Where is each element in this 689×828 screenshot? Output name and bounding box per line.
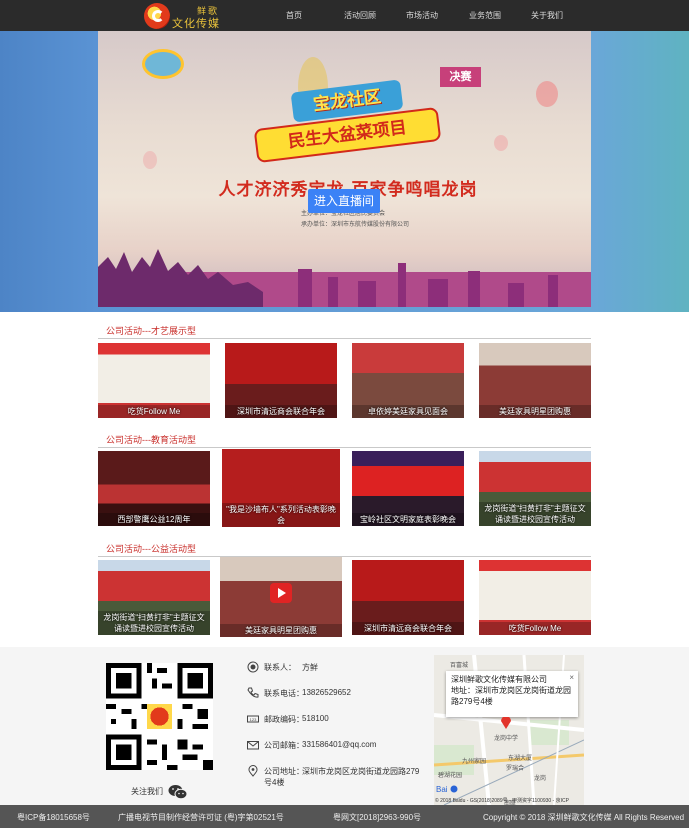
map-label: 九州家园	[462, 759, 487, 765]
section-title-education: 公司活动---教育活动型	[106, 435, 196, 445]
contact-postcode-label: 邮政编码：	[264, 715, 304, 724]
contact-email-value[interactable]: 331586401@qq.com	[302, 740, 376, 749]
poster-title: 宝龙社区 民生大盆菜项目	[250, 79, 442, 164]
icp-number[interactable]: 粤ICP备18015658号	[17, 812, 90, 823]
svg-text:123: 123	[250, 717, 257, 722]
nav-business-scope[interactable]: 业务范围	[469, 10, 501, 21]
map-label: 东湖大厦	[508, 756, 533, 762]
activity-caption: 深圳市清远商会联合年会	[225, 405, 337, 418]
logo-icon	[144, 3, 170, 29]
nav-about-us[interactable]: 关于我们	[531, 10, 563, 21]
nav-events-review[interactable]: 活动回顾	[344, 10, 376, 21]
activity-card[interactable]: 吃货Follow Me	[98, 343, 210, 418]
location-map[interactable]: 百富城 龙岗中学 九州家园 东湖大厦 南联 罗瑞合 碧湖花园 龙岗 深圳鲜歌文化…	[434, 655, 584, 805]
baidu-logo-icon: Bai	[436, 785, 458, 794]
footer-contact-area	[0, 647, 689, 805]
activity-card[interactable]: 西部警鹰公益12周年	[98, 451, 210, 526]
contest-badge-icon	[142, 49, 184, 79]
map-label: 龙岗	[534, 776, 547, 782]
map-label: 百富城	[450, 663, 469, 669]
activity-caption: 美廷家具明星团购惠	[479, 405, 591, 418]
activity-caption: 美廷家具明星团购惠	[220, 624, 342, 637]
activity-caption: 吃货Follow Me	[98, 405, 210, 418]
logo-text-bottom: 文化传媒	[172, 17, 220, 30]
contact-address-line1: 深圳市龙岗区龙岗街道龙园路279	[302, 767, 420, 776]
hero-banner: 决赛 宝龙社区 民生大盆菜项目 人才济济秀宝龙 百家争鸣唱龙岗 主办单位：宝龙社…	[0, 31, 689, 312]
activity-card[interactable]: 美廷家具明星团购惠	[479, 343, 591, 418]
wechat-icon[interactable]	[168, 784, 188, 800]
crowd-silhouette	[98, 249, 263, 307]
section-divider	[98, 338, 591, 339]
phone-icon	[247, 687, 259, 698]
contact-email-label: 公司邮箱：	[264, 741, 304, 750]
follow-us-label: 关注我们	[131, 787, 163, 796]
activity-card[interactable]: 宝岭社区文明家庭表彰晚会	[352, 451, 464, 526]
play-video-icon[interactable]	[270, 583, 292, 603]
close-icon[interactable]: ×	[569, 672, 574, 683]
map-popup-address: 地址：深圳市龙岗区龙岗街道龙园	[451, 686, 571, 695]
map-popup-title: 深圳鲜歌文化传媒有限公司	[451, 675, 547, 684]
top-navbar: 鲜歌 文化传媒 首页 活动回顾 市场活动 业务范围 关于我们	[0, 0, 689, 31]
co-organizer-line: 承办单位：深圳市东航传媒股份有限公司	[301, 222, 410, 228]
contact-postcode-value: 518100	[302, 714, 329, 723]
activity-card[interactable]: 美廷家具明星团购惠	[220, 557, 342, 637]
wechat-qr-code	[106, 663, 213, 770]
contact-person-label: 联系人：	[264, 663, 296, 672]
activity-card[interactable]: 深圳市清远商会联合年会	[225, 343, 337, 418]
final-tag: 决赛	[440, 67, 481, 87]
activity-caption: "我是沙墙布人"系列活动表彰晚会	[222, 503, 340, 527]
activity-caption: 卓依婷美廷家具见面会	[352, 405, 464, 418]
nav-home[interactable]: 首页	[286, 10, 302, 21]
activity-caption: 龙岗街道“扫黄打非”主题征文诵读暨进校园宣传活动	[479, 502, 591, 526]
copyright-text: Copyright © 2018 深圳鲜歌文化传媒 All Rights Res…	[483, 813, 685, 822]
banner-poster-image: 决赛 宝龙社区 民生大盆菜项目 人才济济秀宝龙 百家争鸣唱龙岗 主办单位：宝龙社…	[98, 31, 591, 307]
nav-market-events[interactable]: 市场活动	[406, 10, 438, 21]
activity-caption: 宝岭社区文明家庭表彰晚会	[352, 513, 464, 526]
map-marker-icon[interactable]	[501, 717, 511, 729]
activity-caption: 龙岗街道“扫黄打非”主题征文诵读暨进校园宣传活动	[98, 611, 210, 635]
activity-card[interactable]: 卓依婷美廷家具见面会	[352, 343, 464, 418]
activity-card[interactable]: 龙岗街道“扫黄打非”主题征文诵读暨进校园宣传活动	[479, 451, 591, 526]
mail-icon	[247, 741, 259, 750]
map-label: 龙岗中学	[494, 736, 519, 742]
broadcast-license: 广播电视节目制作经营许可证 (粤)字第02521号	[118, 813, 284, 822]
section-divider	[98, 556, 591, 557]
svg-text:Bai: Bai	[436, 785, 448, 794]
activity-card[interactable]: 深圳市清远商会联合年会	[352, 560, 464, 635]
contact-address-line2: 号4楼	[264, 778, 285, 787]
map-label: 碧湖花园	[438, 773, 463, 779]
logo[interactable]: 鲜歌 文化传媒	[143, 2, 223, 30]
postcode-icon: 123	[247, 715, 259, 723]
activity-card[interactable]: 吃货Follow Me	[479, 560, 591, 635]
section-title-charity: 公司活动---公益活动型	[106, 544, 196, 554]
map-copyright: © 2018 Baidu - GS(2018)2089号 - 甲测资字11009…	[435, 798, 569, 804]
map-info-popup: 深圳鲜歌文化传媒有限公司 地址：深圳市龙岗区龙岗街道龙园 路279号4楼 ×	[446, 671, 578, 717]
web-culture-license: 粤网文[2018]2963-990号	[333, 813, 422, 822]
activity-caption: 吃货Follow Me	[479, 622, 591, 635]
user-icon	[247, 661, 259, 673]
contact-address-label: 公司地址：	[264, 767, 304, 776]
map-label: 罗瑞合	[506, 766, 525, 772]
contact-phone-label: 联系电话：	[264, 689, 304, 698]
location-pin-icon	[248, 765, 258, 777]
section-title-talent: 公司活动---才艺展示型	[106, 326, 196, 336]
activity-caption: 深圳市清远商会联合年会	[352, 622, 464, 635]
activity-card[interactable]: "我是沙墙布人"系列活动表彰晚会	[222, 449, 340, 527]
activity-card[interactable]: 龙岗街道“扫黄打非”主题征文诵读暨进校园宣传活动	[98, 560, 210, 635]
map-popup-address-2: 路279号4楼	[451, 697, 493, 706]
activity-caption: 西部警鹰公益12周年	[98, 513, 210, 526]
contact-phone-value: 13826529652	[302, 688, 351, 697]
footer-bottom-bar: 粤ICP备18015658号 广播电视节目制作经营许可证 (粤)字第02521号…	[0, 805, 689, 828]
enter-live-button[interactable]: 进入直播间	[308, 189, 380, 213]
contact-person-value: 方鲜	[302, 663, 318, 672]
section-divider	[98, 447, 591, 448]
